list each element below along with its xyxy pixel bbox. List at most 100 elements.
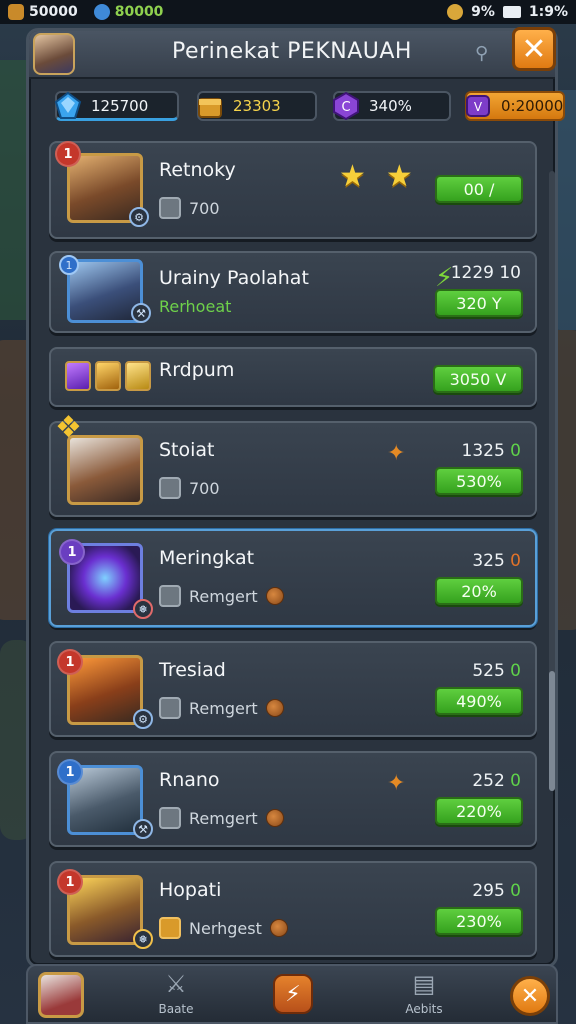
purple-gem-icon	[65, 361, 91, 391]
close-button[interactable]: ✕	[512, 27, 556, 71]
item-box-icon	[159, 197, 181, 219]
panel-header: Perinekat PEKNAUAH ⚲	[29, 31, 555, 79]
profile-avatar-button[interactable]	[38, 972, 84, 1018]
list-item[interactable]: 1 ❅ Meringkat Remgert 325 0 20%	[49, 529, 537, 627]
hero-score: 252 0	[472, 771, 521, 791]
scrollbar-thumb[interactable]	[549, 671, 555, 791]
hero-score: 1229 10	[450, 263, 521, 283]
leaderboard-panel: Perinekat PEKNAUAH ⚲ 125700 23303 C 340%	[26, 28, 565, 968]
currency-tickets-value: 0:20000	[501, 97, 564, 115]
currency-crystals[interactable]: 125700	[54, 91, 179, 121]
compass-icon: ❅	[133, 929, 153, 949]
status-gems-value: 80000	[114, 4, 164, 20]
currency-gems[interactable]: C 340%	[333, 91, 451, 121]
star-icon: ★	[385, 159, 413, 194]
crossed-swords-icon: ⚔	[165, 970, 187, 998]
claim-button[interactable]: 490%	[435, 687, 523, 715]
hero-score-delta: 0	[510, 441, 521, 461]
list-item[interactable]: 1 ⚒ Urainy Paolahat Rerhoeat ⚡ 1229 10 3…	[49, 251, 537, 333]
hero-portrait	[67, 435, 143, 505]
hero-score: 325 0	[472, 551, 521, 571]
list-item[interactable]: Rrdpum 3050 V	[49, 347, 537, 407]
blue-orb-icon	[93, 4, 110, 20]
claim-button[interactable]: 00 /	[435, 175, 523, 203]
claim-button[interactable]: 230%	[435, 907, 523, 935]
star-icon: ★	[339, 159, 366, 194]
currency-row: 125700 23303 C 340% V 0:20000	[47, 91, 565, 123]
coin-icon	[265, 809, 284, 827]
hero-sub: 700	[159, 477, 220, 499]
gold-gem-icon	[125, 361, 151, 391]
gold-crate-icon	[198, 98, 222, 118]
claim-button[interactable]: 530%	[435, 467, 523, 495]
hero-sub: 700	[159, 197, 220, 219]
lightning-icon: ⚡	[285, 981, 301, 1007]
hero-sub-value: Remgert	[189, 586, 258, 606]
list-item[interactable]: 1 ❅ Hopati Nerhgest 295 0 230%	[49, 861, 537, 957]
bottom-close-button[interactable]: ✕	[510, 976, 550, 1016]
hero-name: Tresiad	[159, 659, 226, 681]
currency-gems-value: 340%	[369, 97, 412, 115]
hero-score-delta: 0	[510, 771, 521, 791]
rank-badge: 1	[59, 539, 85, 565]
rank-badge: 1	[59, 255, 79, 275]
currency-crystals-value: 125700	[91, 96, 149, 115]
paperclip-icon[interactable]: ⚲	[475, 43, 497, 65]
clock-text: 1:9%	[528, 4, 568, 20]
nav-archive-label: Aebits	[405, 1002, 443, 1016]
hero-sub-value: Remgert	[189, 808, 258, 828]
nav-battle-label: Baate	[158, 1002, 194, 1016]
item-box-icon	[159, 917, 181, 939]
scrollbar[interactable]	[549, 171, 555, 791]
list-item[interactable]: 1 ⚙ Retnoky 700 ★ ★ 00 /	[49, 141, 537, 239]
coin-icon	[269, 919, 288, 937]
list-item[interactable]: 1 ⚒ Rnano Remgert ✦ 252 0 220%	[49, 751, 537, 847]
hero-sub: Nerhgest	[159, 917, 288, 939]
claim-button[interactable]: 3050 V	[433, 365, 523, 393]
hero-sub: Remgert	[159, 807, 284, 829]
battery-text: 9%	[471, 4, 495, 20]
hero-sub-value: 700	[189, 198, 220, 218]
reward-tiles	[65, 361, 151, 391]
hero-name: Hopati	[159, 879, 222, 901]
list-item[interactable]: ❖ Stoiat 700 ✦ 1325 0 530%	[49, 413, 537, 517]
rank-star-icon: ✦	[387, 771, 406, 796]
hero-sub-value: Remgert	[189, 698, 258, 718]
purple-ticket-icon: V	[466, 95, 490, 117]
hero-sub: Remgert	[159, 697, 284, 719]
item-box-icon	[159, 807, 181, 829]
hero-name: Rnano	[159, 769, 220, 791]
list-item[interactable]: 1 ⚙ Tresiad Remgert 525 0 490%	[49, 641, 537, 737]
hero-score: 525 0	[472, 661, 521, 681]
nav-archive-button[interactable]: ▤ Aebits	[384, 970, 464, 1016]
chest-icon: ▤	[412, 970, 436, 998]
nav-home-button[interactable]: ⚡	[273, 974, 313, 1014]
hero-sub: Remgert	[159, 585, 284, 607]
gear-icon: ⚙	[133, 709, 153, 729]
battery-icon	[502, 6, 521, 18]
blue-crystal-icon	[54, 91, 82, 119]
hero-score-value: 252	[472, 771, 505, 791]
nav-battle-button[interactable]: ⚔ Baate	[136, 970, 216, 1016]
claim-button[interactable]: 220%	[435, 797, 523, 825]
coin-icon	[265, 587, 284, 605]
rank-star-icon: ✦	[387, 441, 406, 466]
hero-score-value: 295	[472, 881, 505, 901]
star-rating: ★ ★	[339, 159, 413, 194]
compass-icon: ❅	[133, 599, 153, 619]
svg-text:V: V	[474, 100, 483, 114]
wrench-icon: ⚒	[133, 819, 153, 839]
claim-button[interactable]: 320 Y	[435, 289, 523, 317]
hero-score: 295 0	[472, 881, 521, 901]
purple-gem-icon: C	[333, 91, 359, 121]
currency-gold[interactable]: 23303	[197, 91, 317, 121]
item-box-icon	[159, 697, 181, 719]
wrench-icon: ⚒	[131, 303, 151, 323]
hero-sub: Rerhoeat	[159, 297, 232, 316]
claim-button[interactable]: 20%	[435, 577, 523, 605]
shield-icon	[447, 4, 464, 20]
currency-tickets[interactable]: V 0:20000	[465, 91, 565, 121]
gear-icon: ⚙	[129, 207, 149, 227]
status-coins: 50000	[8, 4, 78, 20]
rank-badge: 1	[55, 141, 81, 167]
